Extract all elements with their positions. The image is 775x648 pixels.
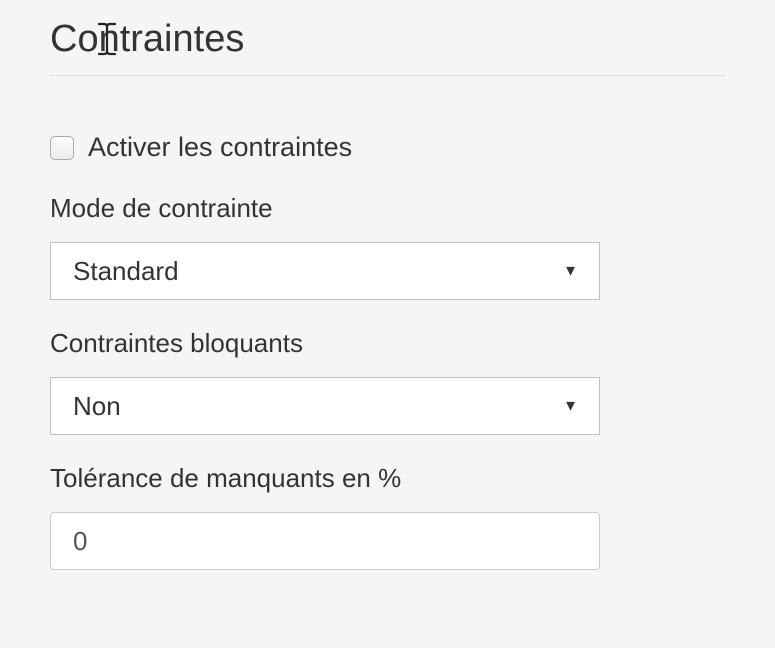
activate-constraints-label[interactable]: Activer les contraintes: [88, 132, 352, 163]
activate-constraints-row: Activer les contraintes: [50, 132, 725, 163]
mode-select-wrapper: Standard ▼: [50, 242, 600, 300]
mode-select[interactable]: Standard: [50, 242, 600, 300]
tolerance-input[interactable]: [50, 512, 600, 570]
constraints-section: Contraintes Activer les contraintes Mode…: [0, 0, 775, 570]
blocking-field-group: Contraintes bloquants Non ▼: [50, 328, 725, 435]
tolerance-field-group: Tolérance de manquants en %: [50, 463, 725, 570]
divider: [50, 75, 725, 76]
blocking-select-wrapper: Non ▼: [50, 377, 600, 435]
mode-field-group: Mode de contrainte Standard ▼: [50, 193, 725, 300]
activate-constraints-checkbox[interactable]: [50, 136, 74, 160]
blocking-select[interactable]: Non: [50, 377, 600, 435]
blocking-label: Contraintes bloquants: [50, 328, 725, 359]
section-title: Contraintes: [50, 18, 725, 61]
tolerance-label: Tolérance de manquants en %: [50, 463, 725, 494]
mode-label: Mode de contrainte: [50, 193, 725, 224]
